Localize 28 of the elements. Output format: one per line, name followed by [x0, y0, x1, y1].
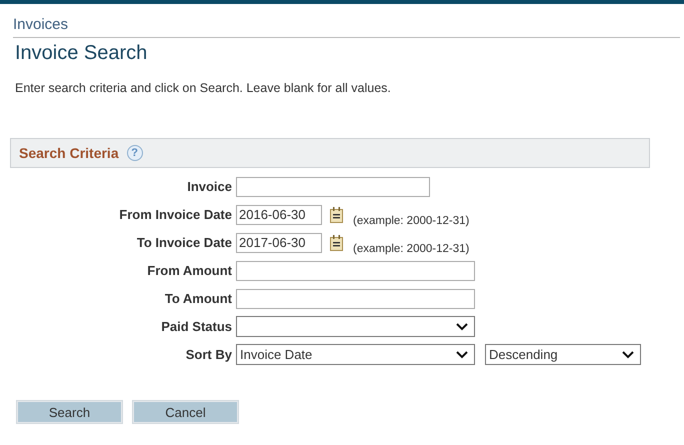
example-hint: (example: 2000-12-31)	[353, 214, 470, 226]
chevron-down-icon	[622, 350, 634, 358]
field-label: To Invoice Date	[136, 235, 232, 250]
field-label: Sort By	[184, 347, 232, 362]
dropdown[interactable]: Descending	[485, 344, 641, 365]
dropdown[interactable]	[236, 316, 475, 337]
chevron-down-icon	[456, 350, 468, 358]
calendar-icon[interactable]	[330, 206, 343, 222]
invoice-field[interactable]	[236, 176, 430, 196]
date-field[interactable]: 2016-06-30	[236, 204, 322, 224]
instructions-text: Enter search criteria and click on Search. Leave blank for all values.	[15, 80, 392, 96]
amount-field[interactable]	[236, 260, 475, 280]
field-label: From Amount	[146, 263, 232, 278]
calendar-icon[interactable]	[330, 234, 343, 250]
field-label: Invoice	[186, 179, 232, 194]
cancel-button[interactable]: Cancel	[132, 400, 239, 424]
field-label: Paid Status	[160, 319, 232, 334]
example-hint: (example: 2000-12-31)	[353, 242, 470, 254]
dropdown[interactable]: Invoice Date	[236, 344, 475, 365]
section-title: Search Criteria	[19, 145, 119, 161]
page-title: Invoice Search	[15, 41, 148, 65]
breadcrumb-link[interactable]: Invoices	[0, 4, 684, 34]
field-label: To Amount	[164, 291, 232, 306]
field-label: From Invoice Date	[118, 207, 232, 222]
search-button[interactable]: Search	[16, 400, 123, 424]
chevron-down-icon	[456, 322, 468, 330]
amount-field[interactable]	[236, 288, 475, 308]
date-field[interactable]: 2017-06-30	[236, 232, 322, 252]
